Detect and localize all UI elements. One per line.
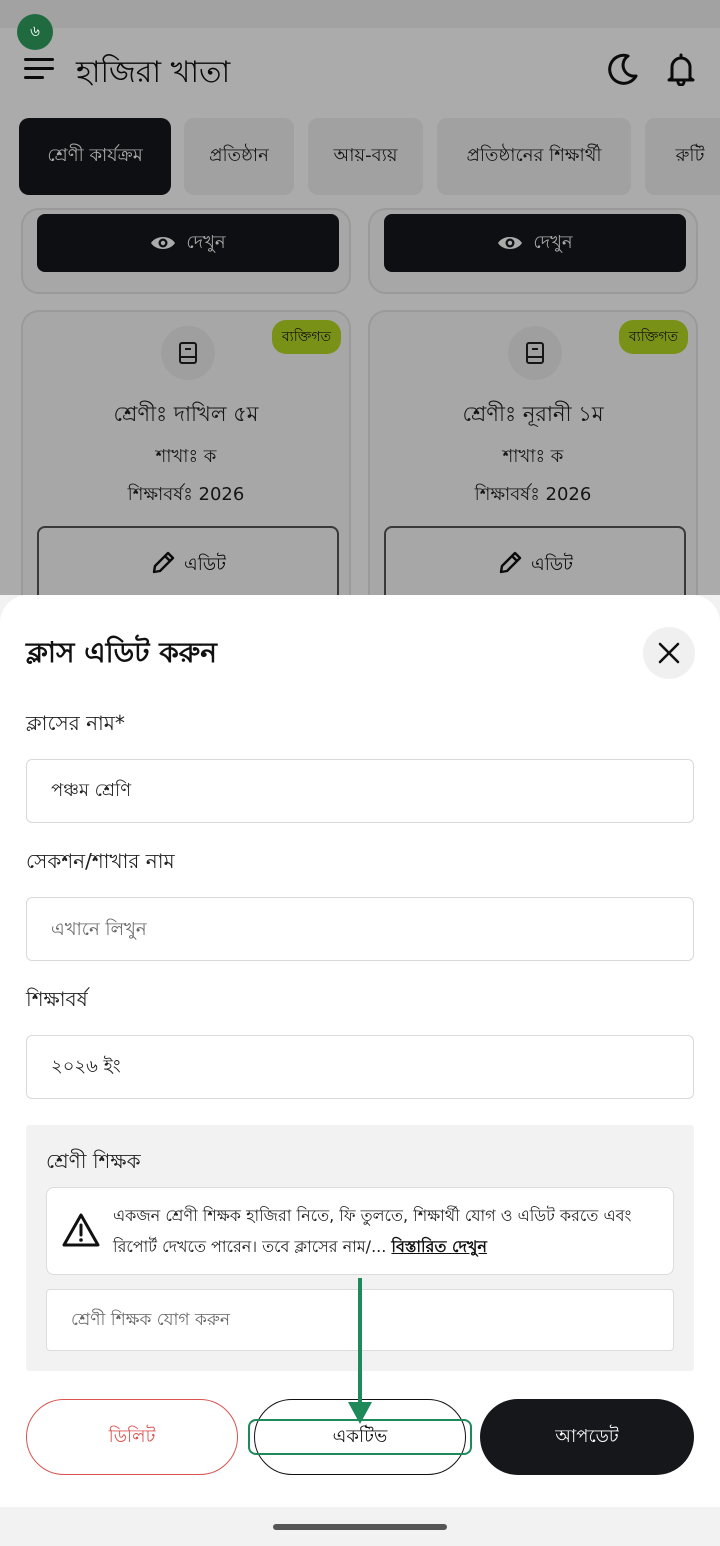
notification-badge: ৬ — [17, 14, 53, 50]
close-button[interactable] — [643, 627, 695, 679]
edit-class-sheet: ক্লাস এডিট করুন ক্লাসের নাম* সেকশন/শাখার… — [0, 595, 720, 1507]
academic-year-input[interactable] — [26, 1035, 694, 1099]
section-name-input[interactable] — [26, 897, 694, 961]
system-nav-bar — [0, 1507, 720, 1546]
close-icon — [658, 642, 680, 664]
class-teacher-label: শ্রেণী শিক্ষক — [46, 1149, 141, 1173]
home-handle[interactable] — [273, 1524, 447, 1530]
info-text-block: একজন শ্রেণী শিক্ষক হাজিরা নিতে, ফি তুলতে… — [113, 1200, 665, 1262]
info-text: একজন শ্রেণী শিক্ষক হাজিরা নিতে, ফি তুলতে… — [113, 1206, 632, 1256]
modal-scrim[interactable] — [0, 0, 720, 595]
pointer-arrow-icon — [348, 1278, 372, 1424]
warning-icon — [62, 1213, 100, 1247]
sheet-title: ক্লাস এডিট করুন — [26, 636, 217, 669]
class-name-label: ক্লাসের নাম* — [26, 711, 125, 735]
delete-button[interactable]: ডিলিট — [26, 1399, 238, 1475]
academic-year-label: শিক্ষাবর্ষ — [26, 987, 88, 1011]
class-name-input[interactable] — [26, 759, 694, 823]
update-button[interactable]: আপডেট — [480, 1399, 694, 1475]
class-teacher-info: একজন শ্রেণী শিক্ষক হাজিরা নিতে, ফি তুলতে… — [46, 1187, 674, 1275]
details-link[interactable]: বিস্তারিত দেখুন — [391, 1237, 487, 1256]
section-name-label: সেকশন/শাখার নাম — [26, 849, 175, 873]
